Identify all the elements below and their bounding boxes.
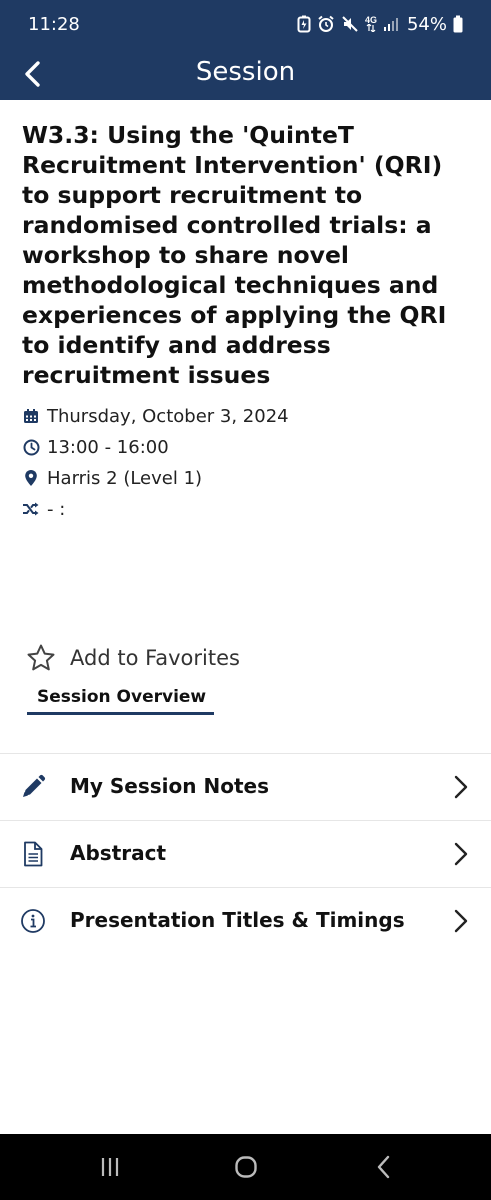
network-type-icon: 4G — [365, 16, 377, 32]
list-item-abstract[interactable]: Abstract — [0, 820, 491, 887]
alarm-icon — [317, 15, 335, 33]
chevron-right-icon — [454, 909, 468, 933]
recent-apps-icon — [101, 1158, 119, 1176]
session-date: Thursday, October 3, 2024 — [22, 404, 462, 428]
document-icon — [20, 841, 46, 867]
recent-apps-button[interactable] — [90, 1152, 130, 1182]
shuffle-icon — [22, 500, 40, 518]
pencil-icon — [20, 774, 46, 800]
system-back-button[interactable] — [364, 1152, 404, 1182]
battery-icon — [453, 15, 463, 33]
session-title: W3.3: Using the 'QuinteT Recruitment Int… — [22, 121, 447, 389]
session-time: 13:00 - 16:00 — [22, 435, 462, 459]
mute-icon — [341, 15, 359, 33]
add-to-favorites-button[interactable]: Add to Favorites — [26, 640, 240, 676]
home-icon — [235, 1156, 257, 1178]
status-bar: 11:28 4G 54% — [0, 0, 491, 48]
status-time: 11:28 — [28, 14, 80, 35]
calendar-icon — [22, 407, 40, 425]
battery-percent: 54% — [406, 13, 447, 35]
status-icons: 4G 54% — [297, 12, 463, 36]
session-location: Harris 2 (Level 1) — [22, 466, 462, 490]
location-pin-icon — [22, 469, 40, 487]
clock-icon — [22, 438, 40, 456]
signal-icon — [383, 16, 399, 32]
chevron-right-icon — [454, 842, 468, 866]
list-item-presentation-titles[interactable]: Presentation Titles & Timings — [0, 887, 491, 954]
session-track: - : — [22, 497, 462, 521]
active-tab-indicator — [27, 712, 214, 715]
add-to-favorites-label: Add to Favorites — [70, 646, 240, 670]
home-button[interactable] — [226, 1152, 266, 1182]
tab-session-overview[interactable]: Session Overview — [27, 685, 214, 715]
tab-session-overview-label: Session Overview — [37, 687, 207, 707]
app-bar: Session — [0, 48, 491, 100]
info-icon — [20, 908, 46, 934]
star-outline-icon — [27, 644, 55, 671]
chevron-right-icon — [454, 775, 468, 799]
system-nav-bar — [0, 1134, 491, 1200]
page-title: Session — [195, 57, 296, 87]
list-item-my-session-notes[interactable]: My Session Notes — [0, 753, 491, 820]
back-arrow-icon — [377, 1155, 390, 1179]
battery-saver-icon — [297, 15, 311, 33]
